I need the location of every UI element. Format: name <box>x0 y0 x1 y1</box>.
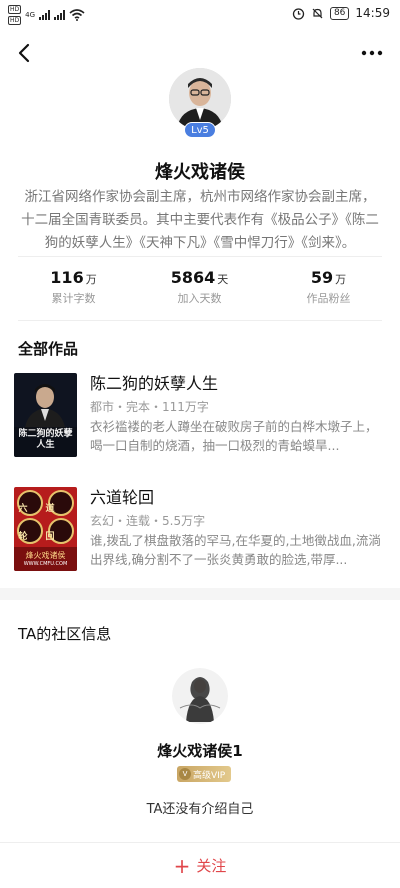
signal-bars-icon <box>39 10 51 20</box>
stat-label: 加入天数 <box>177 292 222 305</box>
book-title: 六道轮回 <box>90 488 155 507</box>
sim1-label: HD <box>8 5 22 14</box>
mute-bell-icon <box>312 8 323 18</box>
author-bio: 浙江省网络作家协会副主席，杭州市网络作家协会副主席，十二届全国青联委员。其中主要… <box>21 189 379 251</box>
stat-value: 116 <box>50 268 84 287</box>
back-arrow-icon[interactable] <box>14 42 36 64</box>
community-intro: TA还没有介绍自己 <box>146 802 254 817</box>
book-meta: 玄幻・连载・5.5万字 <box>90 514 206 528</box>
stat-unit: 万 <box>335 273 347 286</box>
clock: 14:59 <box>355 6 390 20</box>
author-avatar[interactable] <box>169 68 231 130</box>
author-stats: 116 万 累计字数 5864 天 加入天数 59 万 作品粉丝 <box>0 268 400 312</box>
stat-value: 59 <box>310 268 334 287</box>
plus-icon: + <box>173 853 191 878</box>
book-description: 衣衫褴褛的老人蹲坐在破败房子前的白桦木墩子上，喝一口自制的烧酒，抽一口极烈的青蛤… <box>90 419 378 453</box>
follow-button[interactable]: + 关注 <box>0 842 400 888</box>
stat-join-days: 5864 天 加入天数 <box>133 268 266 306</box>
status-bar: HD HD 4G 86 14:59 <box>0 0 400 30</box>
stat-fans: 59 万 作品粉丝 <box>262 268 395 306</box>
book-cover-site: WWW.CMFU.COM <box>23 561 68 567</box>
stat-value: 5864 <box>170 268 216 287</box>
vip-shield-icon: V <box>179 768 191 780</box>
author-avatar-block: Lv5 <box>169 68 231 142</box>
divider <box>18 256 382 257</box>
author-name: 烽火戏诸侯 <box>155 162 245 183</box>
book-cover-title: 六道轮回 <box>18 504 73 542</box>
book-cover[interactable]: 陈二狗的妖孽人生 <box>14 373 77 457</box>
stat-unit: 天 <box>217 273 229 286</box>
community-section-title: TA的社区信息 <box>18 625 112 643</box>
level-badge: Lv5 <box>184 122 216 138</box>
status-left: HD HD 4G <box>8 5 85 25</box>
alarm-icon <box>292 7 305 20</box>
network-type: 4G <box>25 11 36 19</box>
community-name: 烽火戏诸侯1 <box>157 742 243 760</box>
vip-badge: V 高级VIP <box>177 766 231 782</box>
stat-label: 累计字数 <box>51 292 96 305</box>
book-cover[interactable]: 六道轮回 烽火戏诸侯 WWW.CMFU.COM <box>14 487 77 571</box>
sim2-label: HD <box>8 16 22 25</box>
book-info: 陈二狗的妖孽人生 都市・完本・111万字 衣衫褴褛的老人蹲坐在破败房子前的白桦木… <box>90 373 384 455</box>
divider <box>18 320 382 321</box>
book-title: 陈二狗的妖孽人生 <box>90 374 219 393</box>
book-cover-author: 烽火戏诸侯 <box>25 551 66 560</box>
signal-bars-2-icon <box>54 10 66 20</box>
wifi-icon <box>69 9 85 21</box>
stat-label: 作品粉丝 <box>306 292 351 305</box>
status-right: 86 14:59 <box>292 6 390 20</box>
community-avatar[interactable] <box>172 668 228 724</box>
follow-label: 关注 <box>196 857 227 875</box>
author-photo-icon <box>169 68 231 130</box>
more-dots-icon[interactable] <box>360 42 384 64</box>
book-meta: 都市・完本・111万字 <box>90 400 209 414</box>
sim-indicators: HD HD <box>8 5 22 25</box>
book-item-2[interactable]: 六道轮回 烽火戏诸侯 WWW.CMFU.COM 六道轮回 玄幻・连载・5.5万字… <box>14 487 386 573</box>
works-section-title: 全部作品 <box>18 340 79 358</box>
battery-indicator: 86 <box>329 6 350 20</box>
community-avatar-art-icon <box>172 668 228 724</box>
book-cover-title: 陈二狗的妖孽人生 <box>18 429 73 450</box>
vip-label: 高级VIP <box>193 770 226 781</box>
book-info: 六道轮回 玄幻・连载・5.5万字 谁,拨乱了棋盘散落的罕马,在华夏的,土地徵战血… <box>90 487 384 569</box>
book-description: 谁,拨乱了棋盘散落的罕马,在华夏的,土地徵战血,流淌出界线,确分割不了一张炎黄勇… <box>90 533 381 567</box>
stat-word-count: 116 万 累计字数 <box>7 268 140 306</box>
stat-unit: 万 <box>85 273 97 286</box>
book-item-1[interactable]: 陈二狗的妖孽人生 陈二狗的妖孽人生 都市・完本・111万字 衣衫褴褛的老人蹲坐在… <box>14 373 386 459</box>
section-separator <box>0 588 400 600</box>
